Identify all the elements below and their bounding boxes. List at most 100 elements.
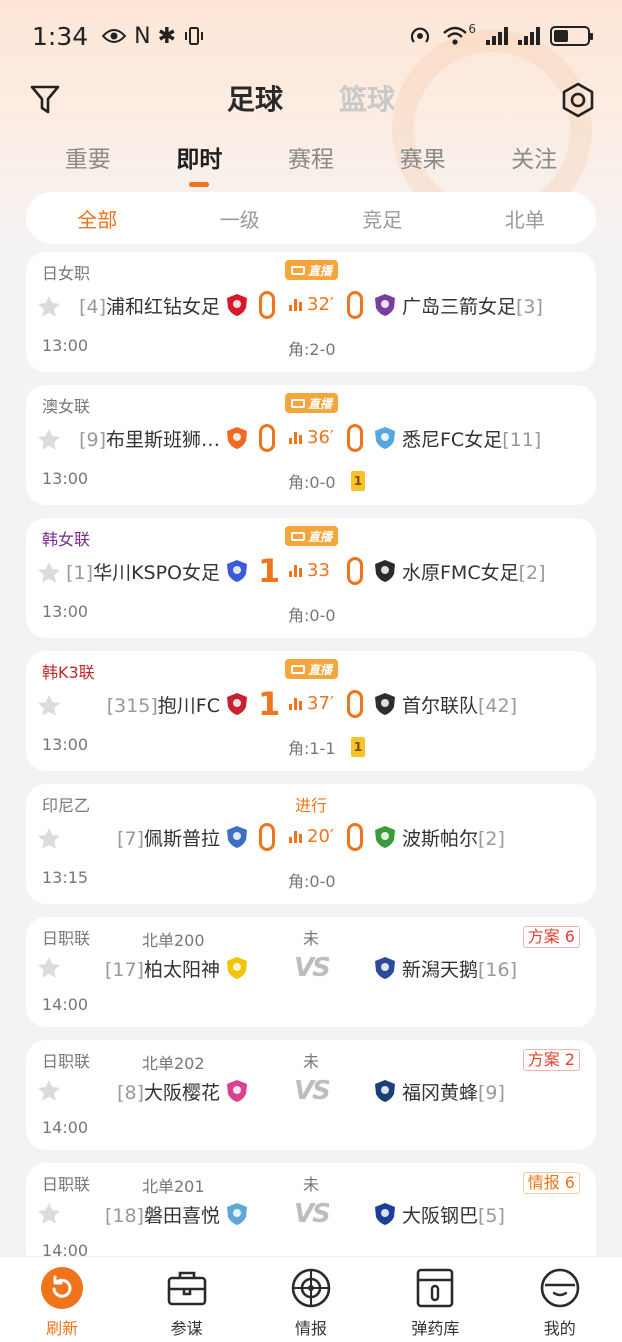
favorite-star-icon[interactable] [36,693,62,719]
nav-mine[interactable]: 我的 [510,1265,610,1339]
away-team-logo-icon [375,560,395,582]
nav-advisor[interactable]: 参谋 [137,1265,237,1339]
away-team-name: 首尔联队 [402,695,479,717]
home-rank: [1] [66,562,94,584]
plan-tag[interactable]: 方案 6 [522,926,580,948]
home-team: [315]抱川FC [107,691,220,718]
tab-schedule[interactable]: 赛程 [255,140,367,174]
filter-tier-one[interactable]: 一级 [169,204,312,233]
camera-icon [290,398,305,408]
kickoff-time: 13:00 [42,735,89,754]
away-team: 福冈黄蜂[9] [402,1078,505,1105]
corner-count: 角:2-0 [288,340,336,359]
home-team: [7]佩斯普拉 [117,824,220,851]
camera-icon [290,265,305,275]
filter-jingzu[interactable]: 竞足 [311,204,454,233]
away-score: 0 [347,424,363,452]
yellow-card-count: 1 [351,737,365,757]
match-minute: 32′ [289,294,334,315]
match-status: 进行 [294,796,327,815]
favorite-star-icon[interactable] [36,560,62,586]
tab-football[interactable]: 足球 [222,78,288,118]
home-rank: [9] [79,429,106,451]
tab-basketball[interactable]: 篮球 [337,78,397,118]
match-card[interactable]: 日职联 北单201 未 情报 6 [18]磐田喜悦 大阪钢巴[5] VS 14:00 [26,1163,596,1256]
favorite-star-icon[interactable] [36,1201,62,1227]
away-team-name: 悉尼FC女足 [402,429,503,451]
match-status: 未 [302,1175,319,1194]
favorite-star-icon[interactable] [36,294,62,320]
away-team-name: 广岛三箭女足 [402,296,517,318]
settings-icon[interactable] [560,82,596,118]
favorite-star-icon[interactable] [36,1078,62,1104]
minute-value: 33 [307,560,330,581]
away-rank: [2] [478,828,505,850]
away-team-logo-icon [375,294,395,316]
minute-value: 20′ [307,826,334,847]
home-score: 1 [258,685,281,723]
vibrate-icon [185,27,204,45]
live-badge-label: 直播 [307,529,332,544]
away-team-name: 水原FMC女足 [402,562,519,584]
refresh-icon [41,1267,84,1309]
match-card[interactable]: 日职联 北单200 未 方案 6 [17]柏太阳神 新潟天鹅[16] VS 14:00 [26,917,596,1027]
live-badge-label: 直播 [307,263,332,278]
match-list[interactable]: 日女职直播[4]浦和红钻女足广岛三箭女足[3]0032′角:2-013:00澳女… [26,252,596,1256]
tab-following[interactable]: 关注 [478,140,590,174]
home-team-name: 磐田喜悦 [143,1205,220,1227]
home-team: [4]浦和红钻女足 [79,292,220,319]
live-stream-badge[interactable]: 直播 [285,526,338,546]
match-card[interactable]: 韩女联 直播 [1]华川KSPO女足 水原FMC女足[2] 1 0 33 角:0-0 13:00 [26,518,596,638]
stats-bars-icon [289,298,302,311]
tab-results[interactable]: 赛果 [367,140,479,174]
match-card[interactable]: 印尼乙 进行 [7]佩斯普拉 波斯帕尔[2] 0 0 20′ 角:0-0 13:15 [26,784,596,904]
plan-tag[interactable]: 情报 6 [522,1172,580,1194]
away-team: 大阪钢巴[5] [402,1201,505,1228]
live-badge-label: 直播 [307,396,332,411]
home-score: 0 [259,291,275,319]
nav-label: 情报 [294,1319,327,1338]
home-score: 0 [259,823,275,851]
match-minute: 37′ [289,693,334,714]
nav-refresh[interactable]: 刷新 [12,1265,112,1339]
league-name: 澳女联 [42,397,91,416]
live-stream-badge[interactable]: 直播 [285,393,338,413]
nav-ammo[interactable]: 弹药库 [385,1265,485,1339]
favorite-star-icon[interactable] [36,826,62,852]
camera-icon [290,664,305,674]
status-bar-left: 1:34 N ✱ [32,22,204,51]
corner-count: 角:0-0 [288,872,336,891]
ammo-box-icon [417,1268,454,1308]
away-team: 水原FMC女足[2] [402,558,546,585]
nav-intel[interactable]: 情报 [261,1265,361,1339]
nav-label: 弹药库 [411,1319,460,1338]
away-team-logo-icon [375,693,395,715]
away-team-logo-icon [375,1080,395,1102]
match-card[interactable]: 日职联 北单202 未 方案 2 [8]大阪樱花 福冈黄蜂[9] VS 14:00 [26,1040,596,1150]
tab-important[interactable]: 重要 [32,140,144,174]
favorite-star-icon[interactable] [36,427,62,453]
kickoff-time: 13:00 [42,469,89,488]
tab-live[interactable]: 即时 [144,140,256,187]
favorite-star-icon[interactable] [36,955,62,981]
versus-label: VS [294,953,331,983]
league-name: 日职联 [42,929,91,948]
filter-all[interactable]: 全部 [26,204,169,233]
filter-beidan[interactable]: 北单 [454,204,597,233]
away-rank: [9] [478,1082,505,1104]
live-stream-badge[interactable]: 直播 [285,260,338,280]
live-badge-label: 直播 [307,662,332,677]
match-card[interactable]: 日女职 直播 [4]浦和红钻女足 广岛三箭女足[3] 0 0 32′ 角:2-0 13:00 [26,252,596,372]
stats-bars-icon [289,564,302,577]
live-stream-badge[interactable]: 直播 [285,659,338,679]
match-card[interactable]: 澳女联 直播 [9]布里斯班狮… 悉尼FC女足[11] 0 0 36′ 角:0-0 1 13:00 [26,385,596,505]
yellow-card-count: 1 [351,471,365,491]
away-team: 波斯帕尔[2] [402,824,505,851]
match-card[interactable]: 韩K3联 直播 [315]抱川FC 首尔联队[42] 1 0 37′ 角:1-1 1 13:00 [26,651,596,771]
home-team-logo-icon [227,427,247,449]
home-rank: [8] [117,1082,144,1104]
plan-tag[interactable]: 方案 2 [522,1049,580,1071]
away-rank: [16] [478,959,518,981]
home-team-logo-icon [227,957,247,979]
home-rank: [7] [117,828,144,850]
